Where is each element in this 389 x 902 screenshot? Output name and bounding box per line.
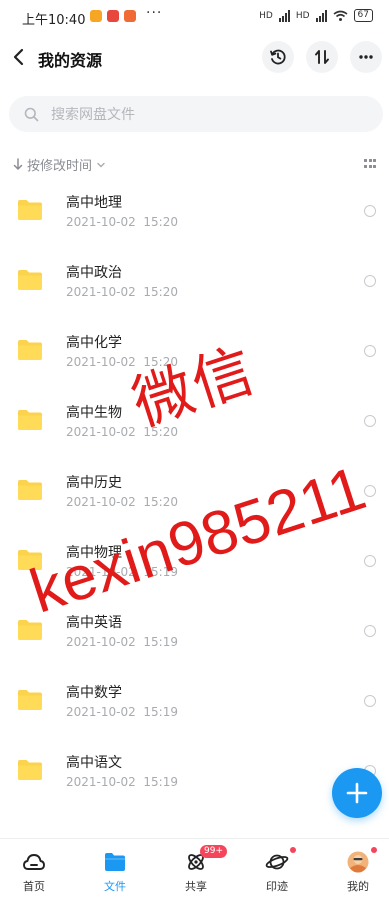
select-radio[interactable] [364, 485, 376, 497]
status-right: HD HD 67 [259, 9, 373, 22]
cloud-home-icon [23, 854, 45, 870]
tab-mine[interactable]: 我的 [328, 847, 388, 894]
tab-label: 首页 [23, 880, 45, 893]
tab-files[interactable]: 文件 [85, 851, 145, 894]
network-label: HD [259, 10, 273, 21]
sort-bar: 按修改时间 [0, 152, 389, 176]
file-date: 2021-10-02 15:20 [66, 495, 178, 509]
file-date: 2021-10-02 15:20 [66, 425, 178, 439]
folder-icon [18, 760, 42, 780]
file-name: 高中地理 [66, 195, 122, 211]
file-date: 2021-10-02 15:19 [66, 635, 178, 649]
folder-icon [18, 270, 42, 290]
list-item[interactable]: 高中地理 2021-10-02 15:20 [0, 176, 389, 246]
notification-icon [90, 10, 102, 22]
header: 我的资源 [0, 38, 389, 78]
folder-icon [18, 410, 42, 430]
notification-badge: 99+ [200, 845, 227, 858]
file-name: 高中数学 [66, 685, 122, 701]
sort-dropdown[interactable]: 按修改时间 [13, 155, 106, 174]
avatar [347, 851, 369, 873]
sort-down-icon [13, 158, 23, 170]
history-button[interactable] [262, 41, 294, 73]
sort-button[interactable] [306, 41, 338, 73]
file-date: 2021-10-02 15:19 [66, 705, 178, 719]
battery-icon: 67 [353, 9, 373, 22]
bottom-nav: 首页 文件 99+ 共享 印迹 我的 [0, 838, 389, 902]
file-name: 高中政治 [66, 265, 122, 281]
folder-icon [105, 853, 125, 871]
file-name: 高中语文 [66, 755, 122, 771]
tab-label: 印迹 [266, 880, 288, 893]
tab-label: 文件 [104, 880, 126, 893]
file-name: 高中物理 [66, 545, 122, 561]
list-item[interactable]: 高中化学 2021-10-02 15:20 [0, 316, 389, 386]
notification-icon [107, 10, 119, 22]
notification-icon [124, 10, 136, 22]
folder-icon [18, 340, 42, 360]
sort-arrows-icon [315, 50, 329, 64]
page-title: 我的资源 [38, 51, 103, 70]
plus-icon [346, 782, 368, 804]
file-date: 2021-10-02 15:19 [66, 775, 178, 789]
tab-trace[interactable]: 印迹 [247, 847, 307, 894]
planet-icon [265, 854, 289, 870]
select-radio[interactable] [364, 555, 376, 567]
folder-icon [18, 200, 42, 220]
file-date: 2021-10-02 15:20 [66, 215, 178, 229]
tab-label: 我的 [347, 880, 369, 893]
tab-home[interactable]: 首页 [4, 851, 64, 894]
list-item[interactable]: 高中政治 2021-10-02 15:20 [0, 246, 389, 316]
sort-label: 按修改时间 [27, 159, 93, 174]
select-radio[interactable] [364, 415, 376, 427]
notification-dot [290, 847, 296, 853]
select-radio[interactable] [364, 625, 376, 637]
list-item[interactable]: 高中历史 2021-10-02 15:20 [0, 456, 389, 526]
file-list: 高中地理 2021-10-02 15:20 高中政治 2021-10-02 15… [0, 176, 389, 806]
search-bar[interactable] [9, 96, 383, 132]
tab-share[interactable]: 99+ 共享 [166, 845, 227, 894]
file-date: 2021-10-02 15:20 [66, 355, 178, 369]
more-button[interactable] [350, 41, 382, 73]
file-date: 2021-10-02 15:19 [66, 565, 178, 579]
file-name: 高中英语 [66, 615, 122, 631]
search-icon [24, 107, 39, 122]
file-date: 2021-10-02 15:20 [66, 285, 178, 299]
more-dots-icon [359, 55, 373, 59]
folder-icon [18, 480, 42, 500]
folder-icon [18, 550, 42, 570]
tab-label: 共享 [185, 880, 207, 893]
select-radio[interactable] [364, 275, 376, 287]
list-item[interactable]: 高中英语 2021-10-02 15:19 [0, 596, 389, 666]
chevron-left-icon[interactable] [10, 46, 30, 68]
search-input[interactable] [49, 102, 353, 128]
list-item[interactable]: 高中数学 2021-10-02 15:19 [0, 666, 389, 736]
select-radio[interactable] [364, 345, 376, 357]
file-name: 高中化学 [66, 335, 122, 351]
add-button[interactable] [332, 768, 382, 818]
folder-icon [18, 690, 42, 710]
select-radio[interactable] [364, 695, 376, 707]
file-name: 高中历史 [66, 475, 122, 491]
select-radio[interactable] [364, 205, 376, 217]
network-label: HD [295, 10, 310, 21]
status-time: 上午10:40 [22, 13, 86, 28]
signal-icon [278, 9, 290, 22]
file-name: 高中生物 [66, 405, 122, 421]
list-item[interactable]: 高中生物 2021-10-02 15:20 [0, 386, 389, 456]
folder-icon [18, 620, 42, 640]
status-bar: 上午10:40 ··· HD HD 67 [0, 0, 389, 34]
notification-dot [371, 847, 377, 853]
signal-icon [315, 9, 327, 22]
chevron-down-icon [97, 162, 105, 167]
clock-history-icon [270, 49, 286, 65]
wifi-icon [333, 10, 348, 21]
grid-view-icon[interactable] [364, 159, 376, 169]
list-item[interactable]: 高中语文 2021-10-02 15:19 [0, 736, 389, 806]
list-item[interactable]: 高中物理 2021-10-02 15:19 [0, 526, 389, 596]
status-more: ··· [146, 5, 163, 21]
